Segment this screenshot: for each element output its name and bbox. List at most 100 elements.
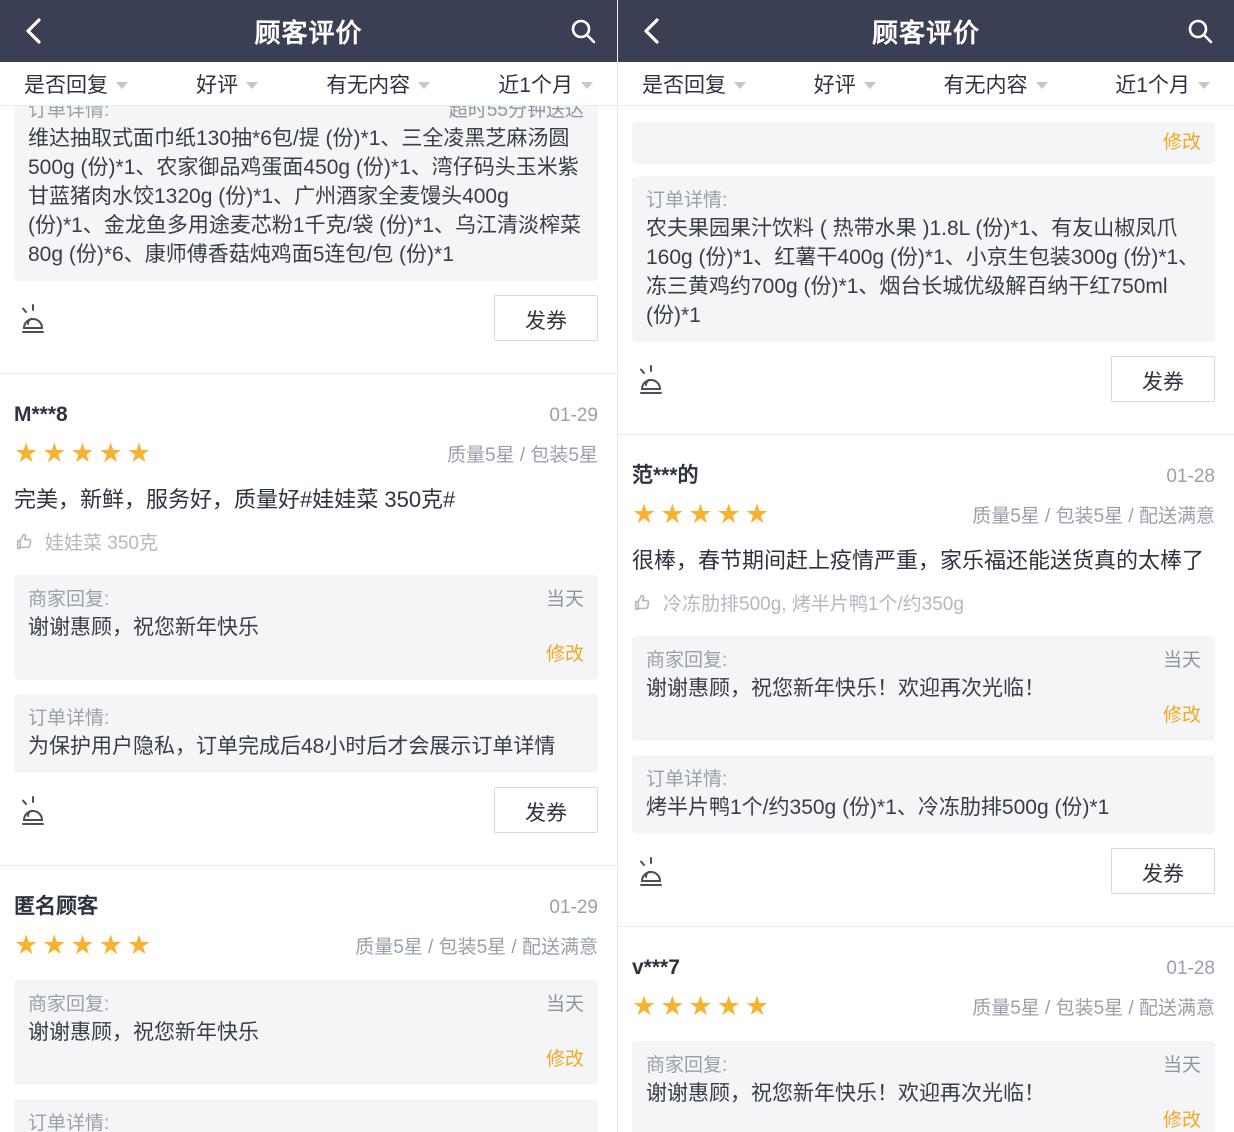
alarm-icon[interactable] <box>632 359 670 399</box>
screenshot-panel-right: 顾客评价 是否回复 好评 有无内容 近1个月 <box>617 0 1234 1132</box>
filter-time-range[interactable]: 近1个月 <box>498 69 593 99</box>
alarm-icon[interactable] <box>14 298 52 338</box>
order-details-label: 订单详情: <box>28 106 109 124</box>
chevron-down-icon <box>581 82 593 89</box>
merchant-reply-text: 谢谢惠顾，祝您新年快乐 <box>28 613 584 642</box>
modify-reply-link[interactable]: 修改 <box>646 1108 1201 1132</box>
rating-breakdown: 质量5星 / 包装5星 <box>447 440 598 467</box>
order-details-label: 订单详情: <box>646 188 727 214</box>
thumb-up-icon <box>632 592 654 614</box>
star-rating: ★★★★★ <box>632 499 773 529</box>
order-details-box: 订单详情: 烤半片鸭1个/约350g (份)*1、冷冻肋排500g (份)*1 <box>632 755 1215 834</box>
review-text: 很棒，春节期间赶上疫情严重，家乐福还能送货真的太棒了 <box>618 529 1234 576</box>
product-tag[interactable]: 娃娃菜 350克 <box>0 515 617 555</box>
merchant-reply-box: 商家回复: 当天 谢谢惠顾，祝您新年快乐！欢迎再次光临！ 修改 <box>632 1041 1215 1132</box>
review-date: 01-29 <box>549 405 598 427</box>
search-icon[interactable] <box>569 17 597 45</box>
star-rating: ★★★★★ <box>14 930 155 960</box>
review-card: 匿名顾客 01-29 ★★★★★ 质量5星 / 包装5星 / 配送满意 商家回复… <box>0 866 617 1132</box>
order-details-box: 订单详情: 农夫果园果汁饮料 ( 热带水果 )1.8L (份)*1、有友山椒凤爪… <box>632 176 1215 342</box>
reviewer-name: M***8 <box>14 402 68 428</box>
merchant-reply-box: 商家回复: 当天 谢谢惠顾，祝您新年快乐 修改 <box>14 575 598 680</box>
thumb-up-icon <box>14 531 36 553</box>
reviewer-name: v***7 <box>632 955 680 981</box>
search-icon[interactable] <box>1186 17 1214 45</box>
star-rating: ★★★★★ <box>14 438 155 468</box>
order-details-label: 订单详情: <box>646 767 727 793</box>
alarm-icon[interactable] <box>14 790 52 830</box>
review-text: 完美，新鲜，服务好，质量好#娃娃菜 350克# <box>0 468 617 515</box>
send-coupon-button[interactable]: 发券 <box>494 787 598 833</box>
chevron-down-icon <box>116 82 128 89</box>
filter-rating-type[interactable]: 好评 <box>196 69 258 99</box>
order-details-box: 订单详情: <box>14 1099 598 1132</box>
modify-reply-link[interactable]: 修改 <box>646 703 1201 729</box>
reviewer-name: 匿名顾客 <box>14 894 98 920</box>
review-card: M***8 01-29 ★★★★★ 质量5星 / 包装5星 完美，新鲜，服务好，… <box>0 374 617 866</box>
back-icon[interactable] <box>20 16 50 46</box>
review-list: 修改 订单详情: 农夫果园果汁饮料 ( 热带水果 )1.8L (份)*1、有友山… <box>618 106 1234 1132</box>
filter-has-content[interactable]: 有无内容 <box>326 69 430 99</box>
filter-bar: 是否回复 好评 有无内容 近1个月 <box>618 62 1234 106</box>
rating-breakdown: 质量5星 / 包装5星 / 配送满意 <box>972 993 1215 1020</box>
merchant-reply-label: 商家回复: <box>28 992 109 1018</box>
send-coupon-button[interactable]: 发券 <box>1111 356 1215 402</box>
reply-time: 当天 <box>546 992 584 1018</box>
review-list: 订单详情: 超时55分钟送达 维达抽取式面巾纸130抽*6包/提 (份)*1、三… <box>0 106 617 1132</box>
order-items-text: 农夫果园果汁饮料 ( 热带水果 )1.8L (份)*1、有友山椒凤爪160g (… <box>646 214 1201 330</box>
review-date: 01-28 <box>1166 466 1215 488</box>
filter-reply-status[interactable]: 是否回复 <box>24 69 128 99</box>
product-tag-label: 娃娃菜 350克 <box>45 528 158 555</box>
app-header: 顾客评价 <box>618 0 1234 62</box>
screenshot-panel-left: 顾客评价 是否回复 好评 有无内容 近1个月 <box>0 0 617 1132</box>
chevron-down-icon <box>418 82 430 89</box>
modify-reply-link[interactable]: 修改 <box>28 642 584 668</box>
merchant-reply-box-partial: 修改 <box>632 122 1215 164</box>
order-details-label: 订单详情: <box>28 706 109 732</box>
chevron-down-icon <box>864 82 876 89</box>
rating-breakdown: 质量5星 / 包装5星 / 配送满意 <box>972 501 1215 528</box>
filter-time-range[interactable]: 近1个月 <box>1115 69 1210 99</box>
merchant-reply-text: 谢谢惠顾，祝您新年快乐！欢迎再次光临！ <box>646 1079 1201 1108</box>
customer-reviews-app: 顾客评价 是否回复 好评 有无内容 近1个月 <box>0 0 1234 1132</box>
rating-breakdown: 质量5星 / 包装5星 / 配送满意 <box>355 932 598 959</box>
filter-rating-type[interactable]: 好评 <box>814 69 876 99</box>
chevron-down-icon <box>734 82 746 89</box>
chevron-down-icon <box>1198 82 1210 89</box>
app-header: 顾客评价 <box>0 0 617 62</box>
send-coupon-button[interactable]: 发券 <box>1111 848 1215 894</box>
product-tag[interactable]: 冷冻肋排500g, 烤半片鸭1个/约350g <box>618 576 1234 616</box>
order-details-label: 订单详情: <box>28 1111 109 1132</box>
overtime-badge: 超时55分钟送达 <box>449 106 584 124</box>
chevron-down-icon <box>1036 82 1048 89</box>
merchant-reply-text: 谢谢惠顾，祝您新年快乐！欢迎再次光临！ <box>646 674 1201 703</box>
review-card-partial: 订单详情: 超时55分钟送达 维达抽取式面巾纸130抽*6包/提 (份)*1、三… <box>0 106 617 374</box>
filter-reply-status[interactable]: 是否回复 <box>642 69 746 99</box>
send-coupon-button[interactable]: 发券 <box>494 295 598 341</box>
order-privacy-text: 为保护用户隐私，订单完成后48小时后才会展示订单详情 <box>28 732 584 761</box>
page-title: 顾客评价 <box>254 13 362 50</box>
chevron-down-icon <box>246 82 258 89</box>
merchant-reply-label: 商家回复: <box>28 587 109 613</box>
review-date: 01-28 <box>1166 958 1215 980</box>
merchant-reply-label: 商家回复: <box>646 1053 727 1079</box>
back-icon[interactable] <box>638 16 668 46</box>
order-items-text: 维达抽取式面巾纸130抽*6包/提 (份)*1、三全凌黑芝麻汤圆500g (份)… <box>28 124 584 269</box>
star-rating: ★★★★★ <box>632 991 773 1021</box>
review-card: v***7 01-28 ★★★★★ 质量5星 / 包装5星 / 配送满意 商家回… <box>618 927 1234 1132</box>
filter-bar: 是否回复 好评 有无内容 近1个月 <box>0 62 617 106</box>
order-details-box: 订单详情: 超时55分钟送达 维达抽取式面巾纸130抽*6包/提 (份)*1、三… <box>14 106 598 281</box>
reply-time: 当天 <box>546 587 584 613</box>
order-items-text: 烤半片鸭1个/约350g (份)*1、冷冻肋排500g (份)*1 <box>646 793 1201 822</box>
review-card-partial: 修改 订单详情: 农夫果园果汁饮料 ( 热带水果 )1.8L (份)*1、有友山… <box>618 122 1234 435</box>
merchant-reply-box: 商家回复: 当天 谢谢惠顾，祝您新年快乐 修改 <box>14 980 598 1085</box>
modify-reply-link[interactable]: 修改 <box>28 1047 584 1073</box>
filter-has-content[interactable]: 有无内容 <box>944 69 1048 99</box>
modify-reply-link[interactable]: 修改 <box>646 130 1201 156</box>
order-details-box: 订单详情: 为保护用户隐私，订单完成后48小时后才会展示订单详情 <box>14 694 598 773</box>
merchant-reply-text: 谢谢惠顾，祝您新年快乐 <box>28 1018 584 1047</box>
page-title: 顾客评价 <box>872 13 980 50</box>
reviewer-name: 范***的 <box>632 463 699 489</box>
alarm-icon[interactable] <box>632 851 670 891</box>
merchant-reply-box: 商家回复: 当天 谢谢惠顾，祝您新年快乐！欢迎再次光临！ 修改 <box>632 636 1215 741</box>
